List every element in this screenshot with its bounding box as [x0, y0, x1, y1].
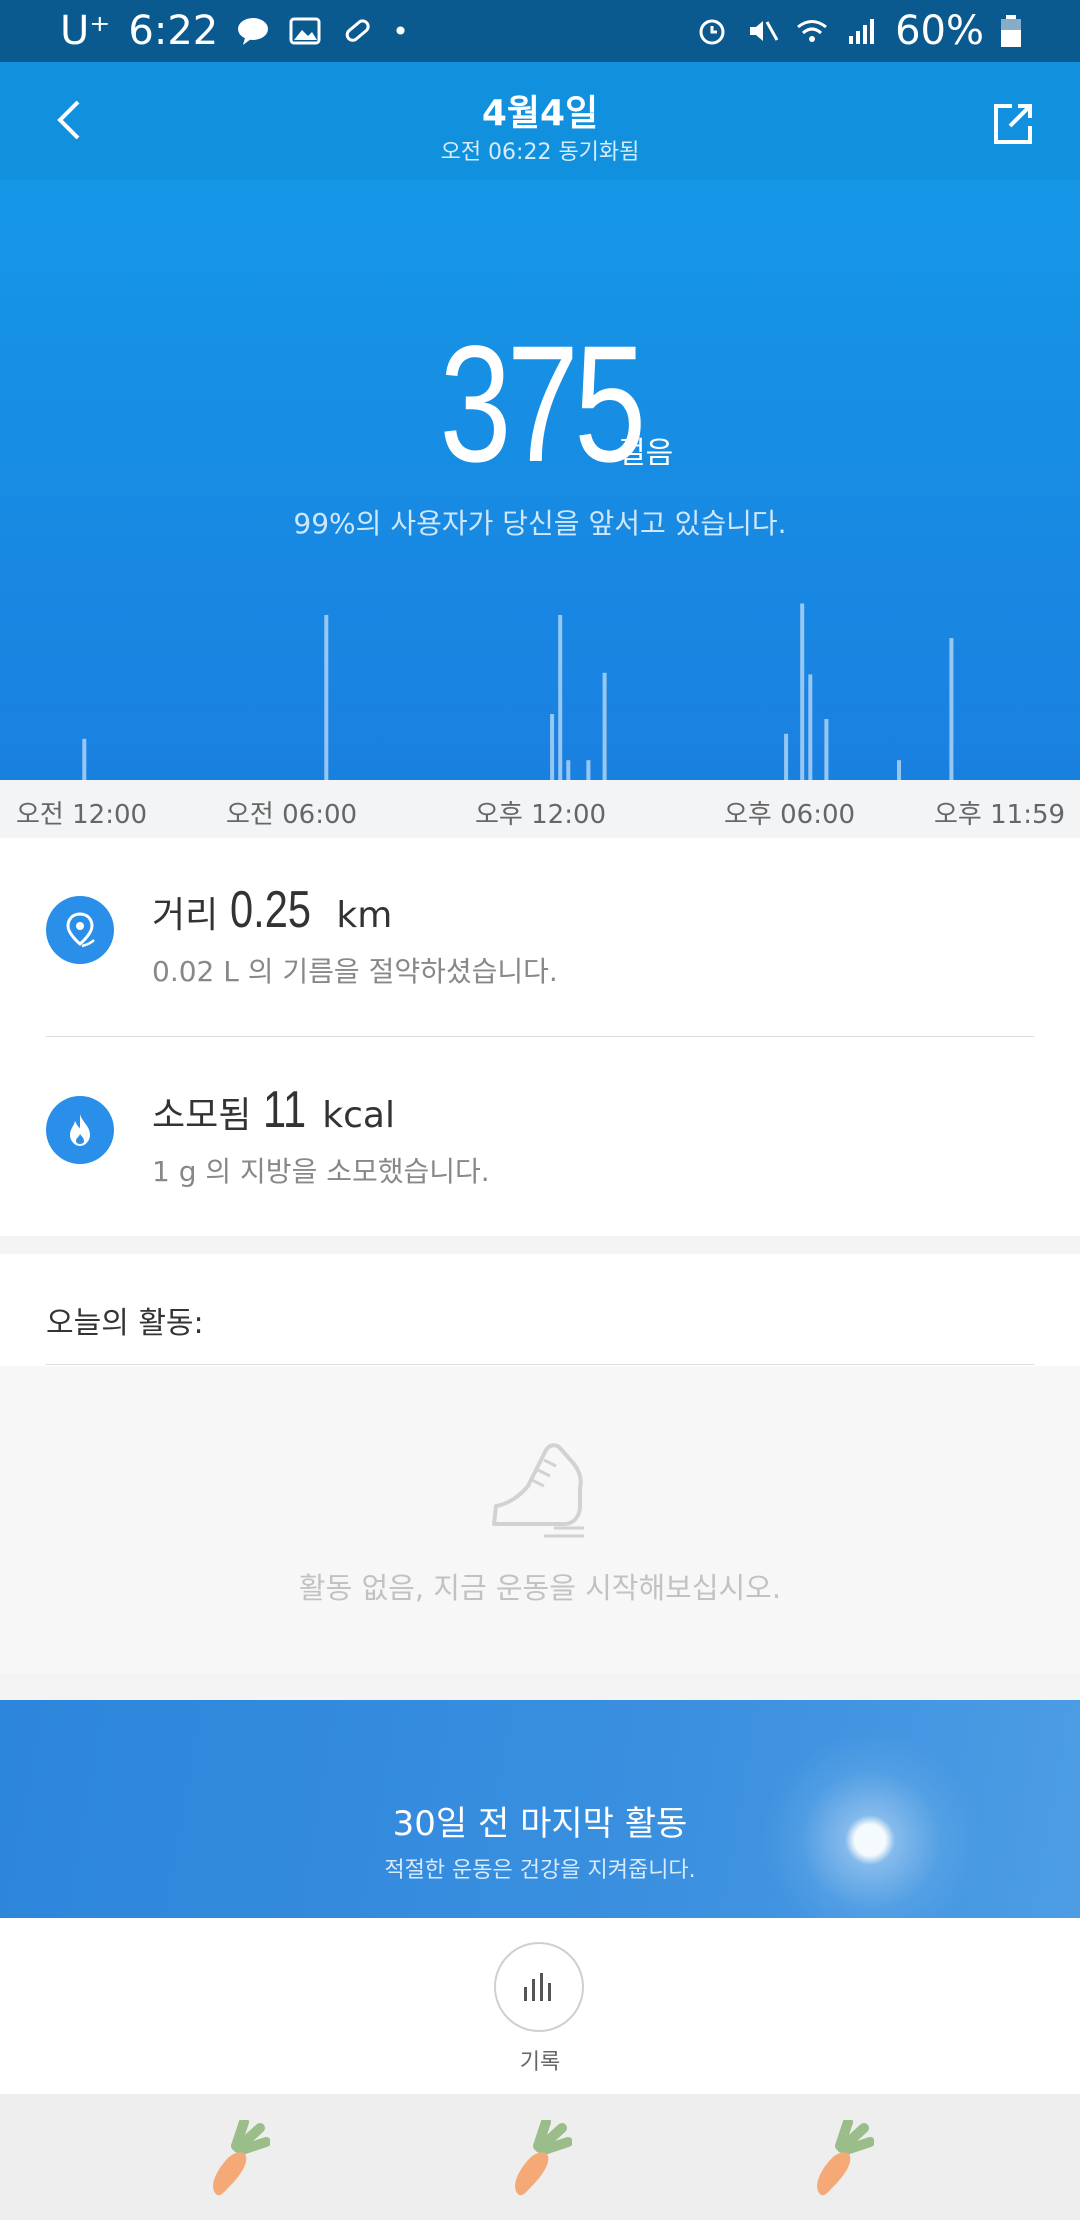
step-count: 375: [439, 312, 646, 497]
banner-title: 30일 전 마지막 활동: [392, 1804, 688, 1844]
calories-unit: kcal: [322, 1095, 395, 1136]
step-bar: [558, 615, 563, 780]
location-pin-icon: [46, 896, 114, 964]
bottom-decoration: [0, 2094, 1080, 2220]
calories-value: 11: [262, 1081, 307, 1139]
step-bar: [800, 603, 805, 780]
axis-label: 오후 06:00: [724, 800, 856, 830]
activity-title: 오늘의 활동:: [46, 1306, 204, 1341]
share-icon[interactable]: [984, 96, 1040, 152]
empty-activity-text: 활동 없음, 지금 운동을 시작해보십시오.: [298, 1571, 782, 1605]
kakaotalk-icon: [238, 18, 269, 45]
battery-icon: [1001, 15, 1021, 47]
carrot-icon: [213, 2120, 270, 2196]
axis-label: 오후 12:00: [475, 800, 607, 830]
divider: [46, 1036, 1034, 1037]
step-unit: 걸음: [618, 436, 674, 471]
calories-subtext: 1 g 의 지방을 소모했습니다.: [152, 1155, 490, 1188]
step-bar: [784, 733, 789, 780]
pill-icon: [345, 19, 370, 42]
calories-label: 소모됨: [152, 1095, 252, 1136]
record-label: 기록: [519, 2050, 561, 2075]
sync-status: 오전 06:22 동기화됨: [440, 140, 640, 165]
divider: [46, 1364, 1034, 1365]
alarm-icon: [699, 19, 725, 45]
mute-icon: [750, 21, 779, 41]
distance-metric[interactable]: 거리 0.25 km 0.02 L 의 기름을 절약하셨습니다.: [0, 838, 1080, 1038]
last-activity-banner[interactable]: 30일 전 마지막 활동 적절한 운동은 건강을 지켜줍니다.: [0, 1700, 1080, 1918]
status-bar: U⁺ 6:22 • 60%: [0, 0, 1080, 62]
step-bar: [808, 674, 813, 780]
step-bar: [602, 672, 607, 780]
step-bar: [949, 638, 954, 780]
activity-header: 오늘의 활동:: [0, 1254, 1080, 1366]
record-area: 기록: [0, 1918, 1080, 2094]
battery-percent: 60%: [895, 8, 984, 54]
step-bar: [566, 760, 571, 780]
carrot-icon: [515, 2120, 572, 2196]
step-bar: [324, 615, 329, 780]
step-bar: [82, 738, 87, 780]
step-bar: [897, 760, 901, 780]
distance-unit: km: [336, 895, 393, 936]
flame-icon: [46, 1096, 114, 1164]
axis-label: 오전 12:00: [16, 800, 148, 830]
record-button[interactable]: [494, 1942, 584, 2032]
carrot-icon: [817, 2120, 874, 2196]
banner-subtitle: 적절한 운동은 건강을 지켜줍니다.: [384, 1858, 696, 1883]
metrics-card: 거리 0.25 km 0.02 L 의 기름을 절약하셨습니다. 소모됨 11 …: [0, 838, 1080, 1236]
page-title: 4월4일: [481, 93, 599, 134]
bar-chart-icon: [524, 1973, 551, 2001]
signal-icon: [849, 19, 875, 44]
distance-subtext: 0.02 L 의 기름을 절약하셨습니다.: [152, 955, 558, 988]
clock: 6:22: [128, 8, 219, 54]
sneaker-icon: [492, 1443, 584, 1538]
steps-summary: 375 걸음 99%의 사용자가 당신을 앞서고 있습니다.: [0, 180, 1080, 780]
axis-label: 오전 06:00: [226, 800, 358, 830]
distance-value: 0.25: [229, 881, 311, 939]
app-header: 4월4일 오전 06:22 동기화됨: [0, 62, 1080, 180]
step-bar: [586, 760, 591, 780]
wifi-icon: [797, 20, 828, 42]
step-bar: [824, 719, 829, 780]
activity-empty-state: [0, 1366, 1080, 1674]
rank-text: 99%의 사용자가 당신을 앞서고 있습니다.: [293, 507, 787, 540]
carrier-label: U⁺: [60, 8, 111, 54]
time-axis: 오전 12:00 오전 06:00 오후 12:00 오후 06:00 오후 1…: [0, 780, 1080, 838]
gallery-icon: [289, 17, 321, 45]
more-notifications-dot: •: [392, 14, 409, 48]
calories-metric[interactable]: 소모됨 11 kcal 1 g 의 지방을 소모했습니다.: [0, 1038, 1080, 1238]
axis-label: 오후 11:59: [934, 800, 1066, 830]
distance-label: 거리: [152, 895, 219, 936]
step-bar: [550, 714, 555, 780]
